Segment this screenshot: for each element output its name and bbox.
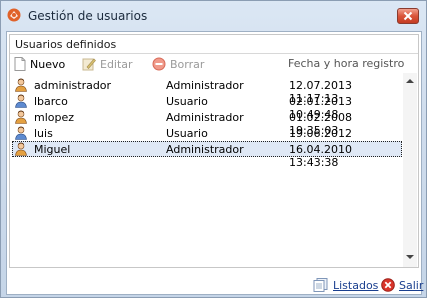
listings-icon	[313, 278, 328, 292]
delete-button[interactable]: Borrar	[152, 56, 204, 72]
user-icon	[15, 78, 27, 92]
date-column-header[interactable]: Fecha y hora registro	[288, 57, 404, 70]
scroll-down-arrow-icon[interactable]	[406, 255, 414, 259]
user-name: luis	[34, 127, 53, 140]
exit-link[interactable]: Salir	[381, 278, 423, 292]
user-icon	[15, 94, 27, 108]
user-name: lbarco	[34, 95, 68, 108]
user-name: mlopez	[34, 111, 75, 124]
group-divider	[10, 53, 418, 54]
user-name: administrador	[34, 79, 112, 92]
user-icon	[15, 126, 27, 140]
group-label: Usuarios definidos	[15, 38, 117, 51]
delete-button-label: Borrar	[170, 57, 205, 71]
delete-icon	[152, 57, 166, 71]
close-button[interactable]	[397, 8, 419, 24]
edit-icon	[82, 58, 96, 71]
table-row-selected[interactable]: Miguel Administrador 16.04.2010 13:43:38	[12, 141, 402, 169]
exit-icon	[381, 278, 395, 292]
listings-link-label: Listados	[333, 278, 379, 292]
edit-button[interactable]: Editar	[82, 56, 133, 72]
listings-link[interactable]: Listados	[313, 278, 378, 292]
new-button-label: Nuevo	[30, 57, 66, 71]
user-registered: 16.04.2010 13:43:38	[289, 143, 352, 169]
client-area: Usuarios definidos Nuevo Editar Borrar F…	[6, 31, 423, 295]
exit-link-label: Salir	[399, 278, 424, 292]
title-bar[interactable]: Gestión de usuarios	[1, 1, 426, 31]
users-list[interactable]: administrador Administrador 12.07.2013 1…	[12, 77, 402, 267]
user-role: Administrador	[166, 143, 244, 156]
table-row[interactable]: mlopez Administrador 01.02.2008 19:35:03	[12, 109, 402, 137]
close-icon	[403, 11, 413, 21]
table-row[interactable]: luis Usuario 19.06.2012 20:34:20	[12, 125, 402, 153]
user-icon	[15, 110, 27, 124]
app-logo-icon	[7, 8, 21, 22]
user-icon	[15, 142, 27, 156]
users-group: Usuarios definidos Nuevo Editar Borrar F…	[9, 34, 419, 268]
table-row[interactable]: administrador Administrador 12.07.2013 1…	[12, 77, 402, 105]
user-role: Administrador	[166, 79, 244, 92]
user-name: Miguel	[34, 143, 71, 156]
table-row[interactable]: lbarco Usuario 02.01.2013 10:49:48	[12, 93, 402, 121]
scroll-up-arrow-icon[interactable]	[406, 79, 414, 83]
user-role: Usuario	[166, 95, 208, 108]
window-title: Gestión de usuarios	[28, 9, 148, 23]
vertical-scrollbar[interactable]	[403, 73, 417, 267]
new-document-icon	[14, 57, 26, 71]
new-button[interactable]: Nuevo	[14, 56, 65, 72]
edit-button-label: Editar	[100, 57, 133, 71]
user-management-window: Gestión de usuarios Usuarios definidos N…	[0, 0, 427, 298]
user-role: Administrador	[166, 111, 244, 124]
user-role: Usuario	[166, 127, 208, 140]
